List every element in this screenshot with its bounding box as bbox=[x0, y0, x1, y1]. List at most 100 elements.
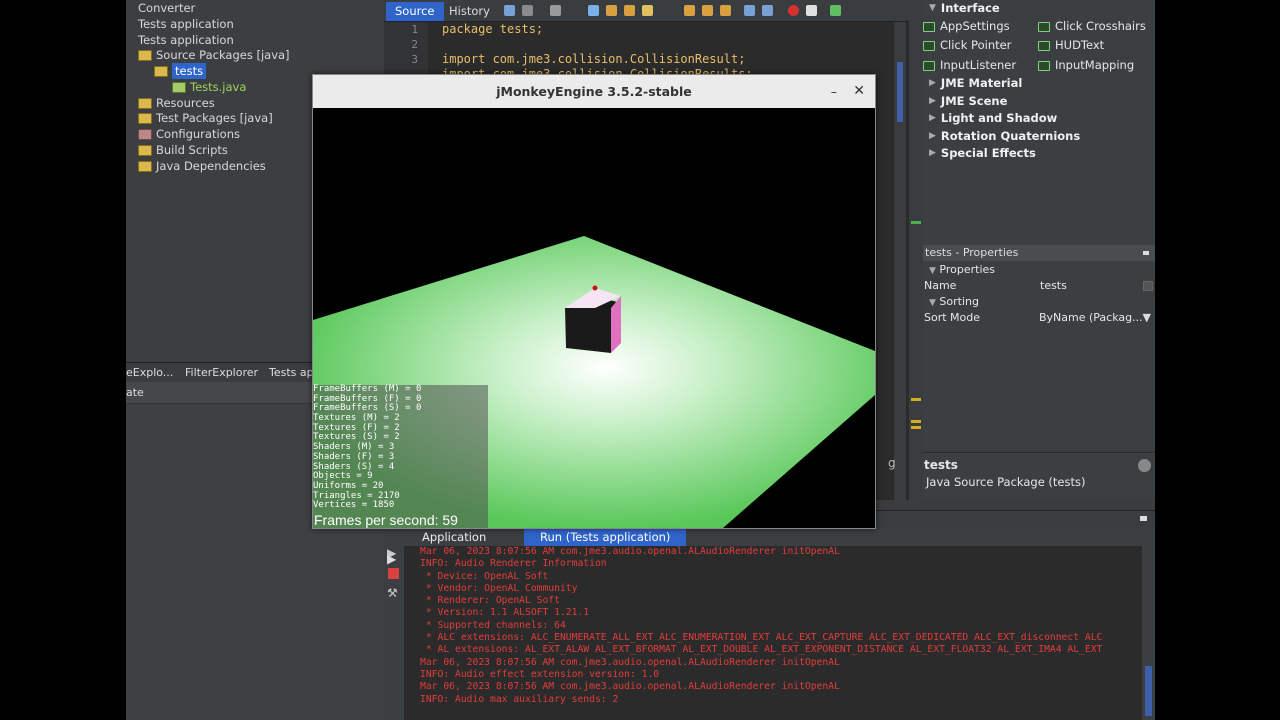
line-number: 2 bbox=[411, 38, 418, 51]
tree-item-source-packages[interactable]: Source Packages [java] bbox=[138, 47, 290, 63]
settings-wrench-icon[interactable]: ⚒ bbox=[387, 586, 398, 600]
palette-category-jme-scene[interactable]: ▶ JME Scene bbox=[929, 93, 1007, 110]
tab-label: Run (Tests application) bbox=[540, 530, 671, 544]
record-macro-icon[interactable] bbox=[788, 5, 799, 16]
forward-icon[interactable] bbox=[522, 5, 533, 16]
chevron-down-icon[interactable]: ▼ bbox=[1143, 310, 1151, 326]
close-icon[interactable]: ✕ bbox=[853, 75, 865, 108]
tab-source[interactable]: Source bbox=[386, 2, 444, 21]
output-scrollbar[interactable] bbox=[1142, 546, 1155, 720]
properties-title: tests - Properties bbox=[923, 245, 1155, 261]
game-window-titlebar[interactable]: jMonkeyEngine 3.5.2-stable – ✕ bbox=[313, 75, 875, 108]
next-bookmark-icon[interactable] bbox=[702, 5, 713, 16]
scroll-thumb[interactable] bbox=[897, 62, 903, 122]
stop-macro-icon[interactable] bbox=[806, 5, 817, 16]
toggle-bookmark-icon[interactable] bbox=[720, 5, 731, 16]
shift-left-icon[interactable] bbox=[744, 5, 755, 16]
tree-item-configurations[interactable]: Configurations bbox=[138, 126, 240, 142]
editor-scrollbar[interactable] bbox=[894, 22, 906, 500]
palette-item-appsettings[interactable]: AppSettings bbox=[923, 18, 1010, 35]
render-viewport[interactable]: FrameBuffers (M) = 0 FrameBuffers (F) = … bbox=[313, 108, 875, 528]
collapsed-triangle-icon: ▶ bbox=[929, 113, 936, 123]
code-text[interactable]: package tests; import com.jme3.collision… bbox=[442, 22, 753, 82]
tree-item-tests-application-2[interactable]: Tests application bbox=[138, 32, 234, 48]
shift-right-icon[interactable] bbox=[762, 5, 773, 16]
console-line: * Device: OpenAL Soft bbox=[420, 570, 549, 582]
tree-item-tests-java[interactable]: Tests.java bbox=[172, 79, 246, 95]
search-icon[interactable] bbox=[588, 5, 599, 16]
marker-yellow bbox=[911, 420, 921, 423]
package-icon bbox=[154, 65, 168, 77]
tree-item-resources[interactable]: Resources bbox=[138, 95, 215, 111]
component-icon bbox=[923, 21, 935, 32]
prev-bookmark-icon[interactable] bbox=[684, 5, 695, 16]
palette-category-special-effects[interactable]: ▶ Special Effects bbox=[929, 145, 1036, 162]
property-name-row[interactable]: Name tests bbox=[923, 278, 1155, 294]
ellipsis-button[interactable] bbox=[1143, 281, 1153, 291]
tree-item-build-scripts[interactable]: Build Scripts bbox=[138, 142, 228, 158]
property-label: Sort Mode bbox=[924, 311, 981, 324]
find-prev-icon[interactable] bbox=[606, 5, 617, 16]
scroll-thumb[interactable] bbox=[1145, 666, 1152, 716]
sort-mode-dropdown[interactable]: ByName (Packag... bbox=[1039, 310, 1143, 326]
game-window[interactable]: jMonkeyEngine 3.5.2-stable – ✕ FrameBuff… bbox=[312, 74, 876, 529]
minimize-icon[interactable] bbox=[1140, 516, 1147, 521]
tab-tests-ap[interactable]: Tests ap bbox=[269, 366, 314, 379]
tree-label: Build Scripts bbox=[156, 143, 228, 157]
tree-label: Tests application bbox=[138, 17, 234, 31]
property-sort-row[interactable]: Sort Mode ByName (Packag... ▼ bbox=[923, 310, 1155, 326]
comment-icon[interactable] bbox=[830, 5, 841, 16]
expanded-triangle-icon: ▼ bbox=[929, 266, 936, 276]
format-icon[interactable] bbox=[550, 5, 561, 16]
tree-item-test-packages[interactable]: Test Packages [java] bbox=[138, 110, 273, 126]
category-label: JME Scene bbox=[940, 94, 1008, 108]
property-value[interactable]: tests bbox=[1040, 278, 1067, 294]
palette-category-jme-material[interactable]: ▶ JME Material bbox=[929, 75, 1022, 92]
tab-label: Application bbox=[422, 530, 487, 544]
minimize-icon[interactable] bbox=[1143, 251, 1149, 255]
palette-item-hudtext[interactable]: HUDText bbox=[1038, 37, 1104, 54]
folder-icon bbox=[138, 112, 152, 124]
palette-item-click-pointer[interactable]: Click Pointer bbox=[923, 37, 1011, 54]
sorting-group[interactable]: ▼ Sorting bbox=[923, 294, 1155, 310]
collapsed-triangle-icon: ▶ bbox=[929, 96, 936, 106]
back-icon[interactable] bbox=[504, 5, 515, 16]
tab-application-output[interactable]: Application bbox=[406, 528, 502, 546]
palette-label: Click Crosshairs bbox=[1055, 19, 1146, 33]
info-icon bbox=[1138, 459, 1151, 472]
tree-item-converter[interactable]: Converter bbox=[138, 0, 195, 16]
tree-item-tests-application[interactable]: Tests application bbox=[138, 16, 234, 32]
tree-item-java-dependencies[interactable]: Java Dependencies bbox=[138, 158, 266, 174]
palette-item-inputmapping[interactable]: InputMapping bbox=[1038, 57, 1134, 74]
rerun-modified-icon[interactable]: ▶ bbox=[387, 552, 396, 566]
output-console[interactable]: Mar 06, 2023 8:07:56 AM com.jme3.audio.o… bbox=[404, 546, 1142, 720]
section-label: Interface bbox=[940, 1, 1000, 15]
palette-item-click-crosshairs[interactable]: Click Crosshairs bbox=[1038, 18, 1146, 35]
console-line: * Supported channels: 64 bbox=[420, 619, 566, 631]
group-label: Properties bbox=[939, 263, 996, 276]
help-description: Java Source Package (tests) bbox=[926, 475, 1086, 489]
palette-category-light-shadow[interactable]: ▶ Light and Shadow bbox=[929, 110, 1057, 127]
palette-category-rotation-quaternions[interactable]: ▶ Rotation Quaternions bbox=[929, 128, 1080, 145]
expanded-triangle-icon: ▼ bbox=[929, 3, 936, 13]
tree-item-tests-package[interactable]: tests bbox=[154, 63, 207, 79]
marker-green bbox=[911, 221, 921, 224]
package-folder-icon bbox=[138, 49, 152, 61]
stop-icon[interactable] bbox=[388, 568, 399, 579]
toggle-highlight-icon[interactable] bbox=[642, 5, 653, 16]
expanded-triangle-icon: ▼ bbox=[929, 298, 936, 308]
find-next-icon[interactable] bbox=[624, 5, 635, 16]
palette-item-inputlistener[interactable]: InputListener bbox=[923, 57, 1016, 74]
console-line: * Vendor: OpenAL Community bbox=[420, 582, 578, 594]
tree-label: Converter bbox=[138, 1, 196, 15]
collapsed-triangle-icon: ▶ bbox=[929, 78, 936, 88]
output-actions: ▶ ▶ ⚒ bbox=[384, 546, 404, 720]
minimize-icon[interactable]: – bbox=[831, 75, 837, 108]
palette-section-interface[interactable]: ▼ Interface bbox=[929, 0, 1000, 17]
tab-filter-explorer[interactable]: FilterExplorer bbox=[185, 366, 258, 379]
tab-scene-explorer[interactable]: eExplo... bbox=[126, 366, 173, 379]
palette-label: InputMapping bbox=[1055, 58, 1135, 72]
properties-group[interactable]: ▼ Properties bbox=[923, 262, 1155, 278]
tab-run-tests-application[interactable]: Run (Tests application) bbox=[524, 528, 687, 546]
tab-history[interactable]: History bbox=[440, 2, 499, 21]
